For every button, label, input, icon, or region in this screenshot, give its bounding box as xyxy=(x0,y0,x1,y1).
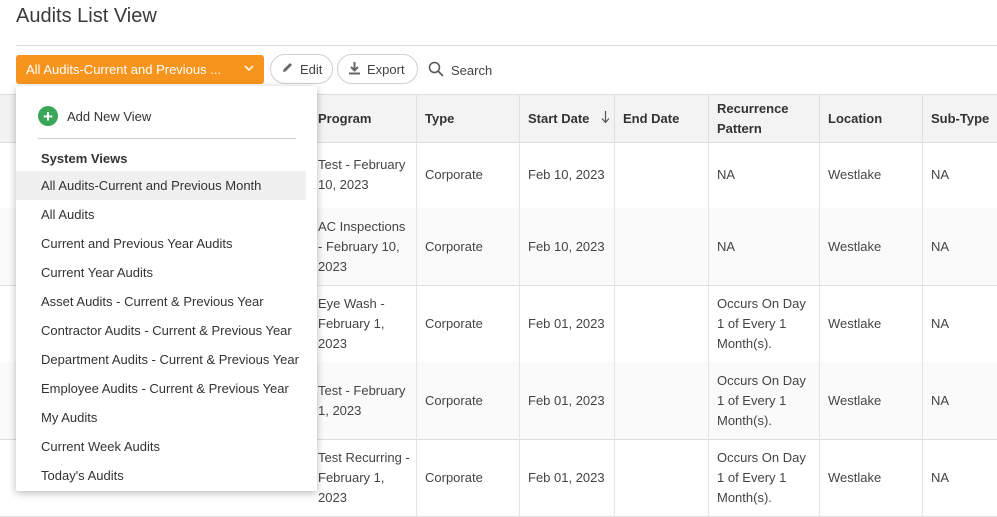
search-button[interactable]: Search xyxy=(428,58,492,82)
column-header-recurrence-pattern[interactable]: Recurrence Pattern xyxy=(709,95,820,142)
cell-recurrence: NA xyxy=(709,208,820,285)
menu-item-department-audits[interactable]: Department Audits - Current & Previous Y… xyxy=(16,345,306,374)
cell-location: Westlake xyxy=(820,285,923,362)
column-header-sub-type[interactable]: Sub-Type xyxy=(923,95,997,142)
cell-program[interactable]: Eye Wash - February 1, 2023 xyxy=(310,285,417,362)
cell-recurrence: Occurs On Day 1 of Every 1 Month(s). xyxy=(709,362,820,439)
cell-start-date: Feb 01, 2023 xyxy=(520,362,615,439)
cell-location: Westlake xyxy=(820,362,923,439)
column-header-start-date[interactable]: Start Date xyxy=(520,95,615,142)
cell-start-date: Feb 01, 2023 xyxy=(520,285,615,362)
cell-program[interactable]: AC Inspections - February 10, 2023 xyxy=(310,208,417,285)
cell-type: Corporate xyxy=(417,362,520,439)
column-header-location[interactable]: Location xyxy=(820,95,923,142)
cell-type: Corporate xyxy=(417,439,520,516)
cell-end-date xyxy=(615,285,709,362)
export-label: Export xyxy=(367,61,405,77)
cell-type: Corporate xyxy=(417,141,520,208)
cell-recurrence: Occurs On Day 1 of Every 1 Month(s). xyxy=(709,439,820,516)
plus-circle-icon: + xyxy=(38,106,58,126)
download-icon xyxy=(348,61,361,78)
title-divider xyxy=(16,45,997,46)
cell-program[interactable]: Test Recurring - February 1, 2023 xyxy=(310,439,417,516)
cell-sub-type: NA xyxy=(931,469,950,485)
cell-sub-type: NA xyxy=(931,238,950,254)
column-header-type[interactable]: Type xyxy=(417,95,520,142)
cell-start-date: Feb 01, 2023 xyxy=(520,439,615,516)
menu-item-todays-audits[interactable]: Today's Audits xyxy=(16,461,306,490)
cell-location: Westlake xyxy=(820,141,923,208)
view-selector-dropdown[interactable]: All Audits-Current and Previous ... xyxy=(16,55,264,84)
add-new-view-button[interactable]: + Add New View xyxy=(38,106,151,126)
menu-item-my-audits[interactable]: My Audits xyxy=(16,403,306,432)
start-date-header-label: Start Date xyxy=(528,111,590,126)
view-selector-label: All Audits-Current and Previous ... xyxy=(26,62,222,77)
cell-sub-type: NA xyxy=(931,315,950,331)
search-label: Search xyxy=(451,62,493,78)
page-title: Audits List View xyxy=(16,5,157,27)
menu-item-current-previous-year[interactable]: Current and Previous Year Audits xyxy=(16,229,306,258)
menu-item-all-audits[interactable]: All Audits xyxy=(16,200,306,229)
column-header-program[interactable]: Program xyxy=(310,95,417,142)
menu-item-current-year[interactable]: Current Year Audits xyxy=(16,258,306,287)
menu-divider xyxy=(38,138,296,139)
cell-sub-type: NA xyxy=(931,166,950,182)
view-dropdown-menu: + Add New View System Views All Audits-C… xyxy=(16,86,317,491)
cell-start-date: Feb 10, 2023 xyxy=(520,141,615,208)
column-header-end-date[interactable]: End Date xyxy=(615,95,709,142)
cell-end-date xyxy=(615,208,709,285)
cell-location: Westlake xyxy=(820,208,923,285)
chevron-down-icon xyxy=(244,64,254,75)
system-views-heading: System Views xyxy=(41,151,128,166)
cell-end-date xyxy=(615,439,709,516)
menu-item-contractor-audits[interactable]: Contractor Audits - Current & Previous Y… xyxy=(16,316,306,345)
cell-program[interactable]: Test - February 1, 2023 xyxy=(310,362,417,439)
menu-item-current-week[interactable]: Current Week Audits xyxy=(16,432,306,461)
cell-type: Corporate xyxy=(417,208,520,285)
cell-end-date xyxy=(615,362,709,439)
cell-type: Corporate xyxy=(417,285,520,362)
cell-location: Westlake xyxy=(820,439,923,516)
edit-label: Edit xyxy=(300,61,323,77)
add-new-view-label: Add New View xyxy=(67,108,152,124)
export-button[interactable]: Export xyxy=(337,54,418,84)
cell-sub-type: NA xyxy=(931,392,950,408)
sort-descending-icon[interactable] xyxy=(601,110,610,127)
menu-item-employee-audits[interactable]: Employee Audits - Current & Previous Yea… xyxy=(16,374,306,403)
cell-start-date: Feb 10, 2023 xyxy=(520,208,615,285)
menu-item-all-audits-current-previous-month[interactable]: All Audits-Current and Previous Month xyxy=(16,171,306,200)
cell-recurrence: Occurs On Day 1 of Every 1 Month(s). xyxy=(709,285,820,362)
cell-end-date xyxy=(615,141,709,208)
menu-item-asset-audits[interactable]: Asset Audits - Current & Previous Year xyxy=(16,287,306,316)
search-icon xyxy=(428,61,444,80)
cell-program[interactable]: Test - February 10, 2023 xyxy=(310,141,417,208)
edit-button[interactable]: Edit xyxy=(270,54,333,84)
pencil-icon xyxy=(281,61,294,77)
cell-recurrence: NA xyxy=(709,141,820,208)
